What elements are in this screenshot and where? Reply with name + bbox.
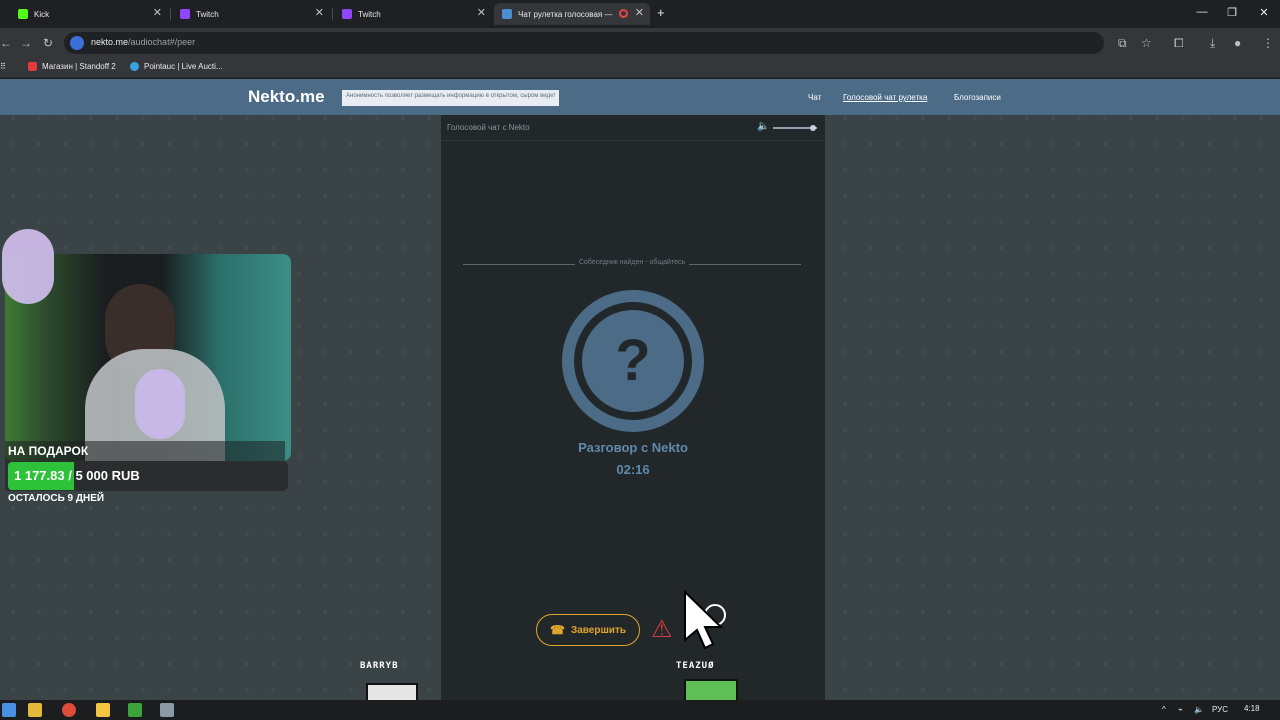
tab-twitch-1[interactable]: Twitch ✕ bbox=[172, 3, 330, 25]
site-notice: Анонимность позволяет размещать информац… bbox=[342, 90, 560, 106]
status-text: Собеседник найден - общайтесь bbox=[574, 259, 690, 266]
volume-icon[interactable]: 🔈 bbox=[757, 121, 769, 132]
panel-header: Голосовой чат с Nekto 🔈 bbox=[441, 115, 825, 141]
site-info-icon[interactable] bbox=[70, 36, 84, 50]
app-icon[interactable] bbox=[160, 703, 174, 717]
tab-label: Twitch bbox=[358, 9, 381, 19]
extensions-icon[interactable]: ⧠ bbox=[1174, 36, 1184, 51]
nav-voice-chat[interactable]: Голосовой чат рулетка bbox=[843, 93, 927, 102]
kick-icon bbox=[18, 9, 28, 19]
end-call-button[interactable]: ☎ Завершить bbox=[536, 614, 640, 646]
minecraft-icon[interactable] bbox=[128, 703, 142, 717]
conversation-label: Разговор с Nekto bbox=[578, 440, 688, 455]
windows-taskbar: ^ ⌁ 🔈 РУС 4:18 bbox=[0, 700, 1280, 720]
donation-goal-bar: 1 177.83 / 5 000 RUB bbox=[8, 462, 288, 490]
minimize-icon[interactable]: — bbox=[1192, 6, 1212, 18]
close-icon[interactable]: ✕ bbox=[315, 6, 324, 19]
standoff-icon bbox=[28, 62, 37, 71]
close-window-icon[interactable]: ✕ bbox=[1254, 6, 1274, 19]
donation-goal-amount: 1 177.83 / 5 000 RUB bbox=[14, 468, 140, 483]
plush-toy bbox=[135, 369, 185, 439]
avatar-ring: ? bbox=[574, 302, 692, 420]
restore-icon[interactable]: ❐ bbox=[1222, 6, 1242, 19]
bookmark-label: Магазин | Standoff 2 bbox=[42, 62, 116, 71]
status-divider: Собеседник найден - общайтесь bbox=[463, 259, 801, 269]
plush-sticker bbox=[2, 229, 54, 304]
page-content: Nekto.me Анонимность позволяет размещать… bbox=[0, 79, 1280, 712]
peer-avatar: ? bbox=[562, 290, 704, 432]
back-icon[interactable]: ← bbox=[0, 36, 12, 50]
reload-icon[interactable]: ↻ bbox=[43, 36, 53, 50]
menu-icon[interactable]: ⋮ bbox=[1262, 36, 1274, 50]
tab-label: Twitch bbox=[196, 9, 219, 19]
url-text[interactable]: nekto.me/audiochat#/peer bbox=[91, 37, 195, 47]
nav-blog[interactable]: Блогозаписи bbox=[954, 93, 1001, 102]
browser-tab-strip: Kick ✕ Twitch ✕ Twitch ✕ Чат рулетка гол… bbox=[0, 0, 1280, 28]
file-explorer-icon[interactable] bbox=[28, 703, 42, 717]
browser-toolbar: ← → ↻ nekto.me/audiochat#/peer ⧉ ☆ ⧠ ⤓ ●… bbox=[0, 28, 1280, 58]
tab-kick[interactable]: Kick ✕ bbox=[10, 3, 168, 25]
tray-chevron-icon[interactable]: ^ bbox=[1162, 705, 1166, 714]
bookmark-pointauc[interactable]: Pointauc | Live Aucti... bbox=[130, 62, 223, 71]
end-call-label: Завершить bbox=[570, 624, 626, 636]
forward-icon[interactable]: → bbox=[20, 36, 32, 50]
apps-icon[interactable]: ⠿ bbox=[0, 62, 6, 71]
phone-hangup-icon: ☎ bbox=[550, 623, 565, 637]
close-icon[interactable]: ✕ bbox=[477, 6, 486, 19]
panel-title: Голосовой чат с Nekto bbox=[447, 123, 530, 132]
donation-goal-title: НА ПОДАРОК bbox=[8, 444, 89, 458]
start-icon[interactable] bbox=[2, 703, 16, 717]
profile-icon[interactable]: ● bbox=[1234, 36, 1241, 50]
tab-label: Kick bbox=[34, 9, 50, 19]
chrome-icon[interactable] bbox=[62, 703, 76, 717]
question-mark-icon: ? bbox=[582, 310, 684, 412]
nekto-icon bbox=[502, 9, 512, 19]
language-indicator[interactable]: РУС bbox=[1212, 705, 1228, 714]
close-icon[interactable]: ✕ bbox=[635, 6, 644, 19]
donation-goal-days: ОСТАЛОСЬ 9 ДНЕЙ bbox=[8, 493, 105, 504]
close-icon[interactable]: ✕ bbox=[153, 6, 162, 19]
bookmark-label: Pointauc | Live Aucti... bbox=[144, 62, 223, 71]
app-icon[interactable] bbox=[96, 703, 110, 717]
tab-twitch-2[interactable]: Twitch ✕ bbox=[334, 3, 492, 25]
tab-separator bbox=[332, 8, 333, 20]
recording-icon bbox=[619, 9, 628, 18]
new-tab-button[interactable]: + bbox=[657, 5, 665, 20]
volume-slider-handle[interactable] bbox=[809, 125, 816, 131]
voice-chat-panel: Голосовой чат с Nekto 🔈 Собеседник найде… bbox=[441, 115, 825, 700]
bookmark-standoff[interactable]: Магазин | Standoff 2 bbox=[28, 62, 116, 71]
twitch-icon bbox=[342, 9, 352, 19]
address-bar[interactable]: nekto.me/audiochat#/peer bbox=[64, 32, 1104, 54]
tab-separator bbox=[170, 8, 171, 20]
clock[interactable]: 4:18 bbox=[1244, 704, 1260, 713]
conversation-timer: 02:16 bbox=[616, 462, 650, 477]
bookmarks-bar: ⠿ Магазин | Standoff 2 Pointauc | Live A… bbox=[0, 58, 1280, 78]
tab-nekto[interactable]: Чат рулетка голосовая — ✕ bbox=[494, 3, 650, 25]
pointauc-icon bbox=[130, 62, 139, 71]
site-logo[interactable]: Nekto.me bbox=[248, 87, 325, 107]
network-icon[interactable]: ⌁ bbox=[1178, 705, 1183, 714]
mouse-cursor-icon bbox=[684, 590, 726, 650]
cast-icon[interactable]: ⧉ bbox=[1118, 36, 1127, 51]
report-warning-icon[interactable]: ⚠ bbox=[651, 615, 681, 643]
bot-name-2: TEAZUØ bbox=[676, 661, 715, 671]
nav-chat[interactable]: Чат bbox=[808, 93, 821, 102]
bot-name-1: BARRYB bbox=[360, 661, 399, 671]
download-icon[interactable]: ⤓ bbox=[1210, 36, 1215, 51]
bookmark-star-icon[interactable]: ☆ bbox=[1141, 36, 1152, 50]
tab-label: Чат рулетка голосовая — bbox=[518, 9, 613, 19]
site-header: Nekto.me Анонимность позволяет размещать… bbox=[0, 79, 1280, 115]
speaker-icon[interactable]: 🔈 bbox=[1194, 705, 1204, 714]
status-text-wrap: Собеседник найден - общайтесь bbox=[463, 259, 801, 266]
twitch-icon bbox=[180, 9, 190, 19]
